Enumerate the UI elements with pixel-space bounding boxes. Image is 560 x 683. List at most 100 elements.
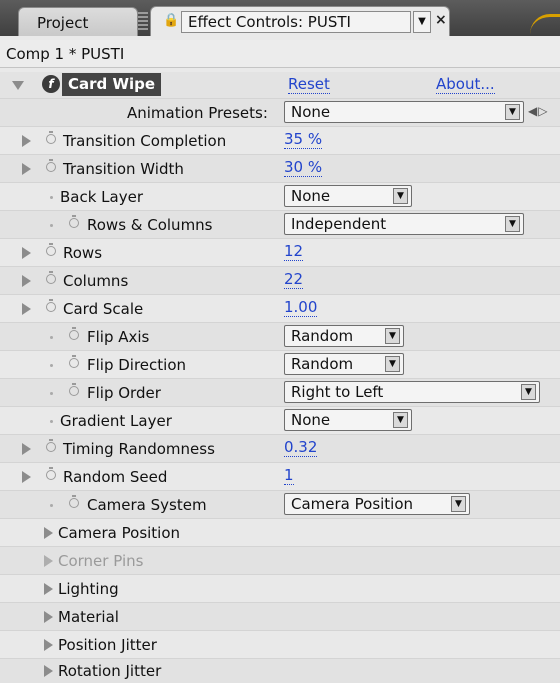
group-row-position-jitter[interactable]: Position Jitter <box>0 630 560 658</box>
transition-width-value[interactable]: 30 % <box>284 158 323 177</box>
stopwatch-icon[interactable] <box>46 159 56 172</box>
tab-project[interactable]: Project <box>18 7 138 36</box>
stopwatch-icon[interactable] <box>69 495 79 508</box>
timing-randomness-label: Timing Randomness <box>63 440 215 458</box>
flip-direction-dropdown[interactable]: Random ▼ <box>284 353 404 375</box>
property-row-back-layer: Back Layer None ▼ <box>0 182 560 210</box>
group-row-corner-pins: Corner Pins <box>0 546 560 574</box>
property-row-flip-order: Flip Order Right to Left ▼ <box>0 378 560 406</box>
flip-order-dropdown[interactable]: Right to Left ▼ <box>284 381 540 403</box>
chevron-down-icon: ▼ <box>385 328 400 344</box>
fx-toggle-icon[interactable]: f <box>42 75 60 93</box>
camera-system-label: Camera System <box>87 496 207 514</box>
gradient-layer-label: Gradient Layer <box>60 412 172 430</box>
property-row-gradient-layer: Gradient Layer None ▼ <box>0 406 560 434</box>
twirl-collapsed-icon[interactable] <box>44 639 53 651</box>
rows-label: Rows <box>63 244 103 262</box>
group-row-camera-position[interactable]: Camera Position <box>0 518 560 546</box>
twirl-collapsed-icon[interactable] <box>22 247 31 259</box>
chevron-down-icon: ▼ <box>505 104 520 120</box>
bullet-dot <box>50 504 53 507</box>
twirl-collapsed-icon[interactable] <box>44 527 53 539</box>
animation-presets-dropdown[interactable]: None ▼ <box>284 101 524 123</box>
tab-effect-controls[interactable]: 🔒 Effect Controls: PUSTI ▼ × <box>150 6 450 36</box>
property-row-rows: Rows 12 <box>0 238 560 266</box>
camera-system-dropdown[interactable]: Camera Position ▼ <box>284 493 470 515</box>
random-seed-value[interactable]: 1 <box>284 466 294 485</box>
chevron-down-icon: ▼ <box>505 216 520 232</box>
stopwatch-icon[interactable] <box>46 467 56 480</box>
flip-axis-dropdown[interactable]: Random ▼ <box>284 325 404 347</box>
twirl-collapsed-icon[interactable] <box>22 471 31 483</box>
about-button[interactable]: About... <box>436 75 495 94</box>
flip-axis-value: Random <box>291 327 354 345</box>
property-row-transition-completion: Transition Completion 35 % <box>0 126 560 154</box>
stopwatch-icon[interactable] <box>69 355 79 368</box>
flip-order-label: Flip Order <box>87 384 161 402</box>
random-seed-label: Random Seed <box>63 468 168 486</box>
transition-width-label: Transition Width <box>63 160 184 178</box>
stopwatch-icon[interactable] <box>46 243 56 256</box>
flip-order-value: Right to Left <box>291 383 384 401</box>
property-row-columns: Columns 22 <box>0 266 560 294</box>
animation-presets-row: Animation Presets: None ▼ ◀▷ <box>0 98 560 126</box>
twirl-collapsed-icon[interactable] <box>22 135 31 147</box>
preset-nav-arrows-icon[interactable]: ◀▷ <box>528 104 548 118</box>
flip-direction-label: Flip Direction <box>87 356 187 374</box>
animation-presets-value: None <box>291 103 331 121</box>
twirl-collapsed-icon[interactable] <box>22 303 31 315</box>
panel-tab-bar: Project 🔒 Effect Controls: PUSTI ▼ × <box>0 0 560 36</box>
stopwatch-icon[interactable] <box>46 131 56 144</box>
camera-system-value: Camera Position <box>291 495 414 513</box>
group-row-material[interactable]: Material <box>0 602 560 630</box>
transition-completion-value[interactable]: 35 % <box>284 130 323 149</box>
tab-menu-dropdown-icon[interactable]: ▼ <box>413 11 431 33</box>
twirl-expanded-icon[interactable] <box>12 81 24 90</box>
bullet-dot <box>50 392 53 395</box>
back-layer-dropdown[interactable]: None ▼ <box>284 185 412 207</box>
stopwatch-icon[interactable] <box>69 215 79 228</box>
property-row-random-seed: Random Seed 1 <box>0 462 560 490</box>
reset-button[interactable]: Reset <box>288 75 330 94</box>
property-row-flip-direction: Flip Direction Random ▼ <box>0 350 560 378</box>
columns-value[interactable]: 22 <box>284 270 304 289</box>
chevron-down-icon: ▼ <box>393 188 408 204</box>
group-row-rotation-jitter[interactable]: Rotation Jitter <box>0 658 560 683</box>
rows-columns-value: Independent <box>291 215 387 233</box>
rows-value[interactable]: 12 <box>284 242 304 261</box>
tab-project-label: Project <box>37 14 89 32</box>
chevron-down-icon: ▼ <box>521 384 536 400</box>
rows-columns-dropdown[interactable]: Independent ▼ <box>284 213 524 235</box>
group-row-lighting[interactable]: Lighting <box>0 574 560 602</box>
stopwatch-icon[interactable] <box>69 327 79 340</box>
rows-columns-label: Rows & Columns <box>87 216 213 234</box>
twirl-collapsed-icon[interactable] <box>44 611 53 623</box>
twirl-collapsed-icon[interactable] <box>22 443 31 455</box>
twirl-collapsed-icon[interactable] <box>22 163 31 175</box>
property-row-flip-axis: Flip Axis Random ▼ <box>0 322 560 350</box>
corner-pins-label: Corner Pins <box>58 552 144 570</box>
close-icon[interactable]: × <box>435 12 447 28</box>
twirl-collapsed-icon[interactable] <box>44 665 53 677</box>
stopwatch-icon[interactable] <box>46 271 56 284</box>
position-jitter-label: Position Jitter <box>58 636 157 654</box>
comp-breadcrumb: Comp 1 * PUSTI <box>0 40 560 68</box>
tab-grip-handle[interactable] <box>138 12 148 30</box>
card-scale-label: Card Scale <box>63 300 144 318</box>
stopwatch-icon[interactable] <box>46 299 56 312</box>
property-row-timing-randomness: Timing Randomness 0.32 <box>0 434 560 462</box>
effect-name[interactable]: Card Wipe <box>62 73 162 96</box>
gradient-layer-dropdown[interactable]: None ▼ <box>284 409 412 431</box>
lock-icon[interactable]: 🔒 <box>163 13 179 29</box>
bullet-dot <box>50 196 53 199</box>
stopwatch-icon[interactable] <box>46 439 56 452</box>
animation-presets-label: Animation Presets: <box>127 104 268 122</box>
timing-randomness-value[interactable]: 0.32 <box>284 438 318 457</box>
columns-label: Columns <box>63 272 129 290</box>
flip-direction-value: Random <box>291 355 354 373</box>
camera-position-label: Camera Position <box>58 524 181 542</box>
twirl-collapsed-icon[interactable] <box>44 583 53 595</box>
twirl-collapsed-icon[interactable] <box>22 275 31 287</box>
card-scale-value[interactable]: 1.00 <box>284 298 318 317</box>
stopwatch-icon[interactable] <box>69 383 79 396</box>
